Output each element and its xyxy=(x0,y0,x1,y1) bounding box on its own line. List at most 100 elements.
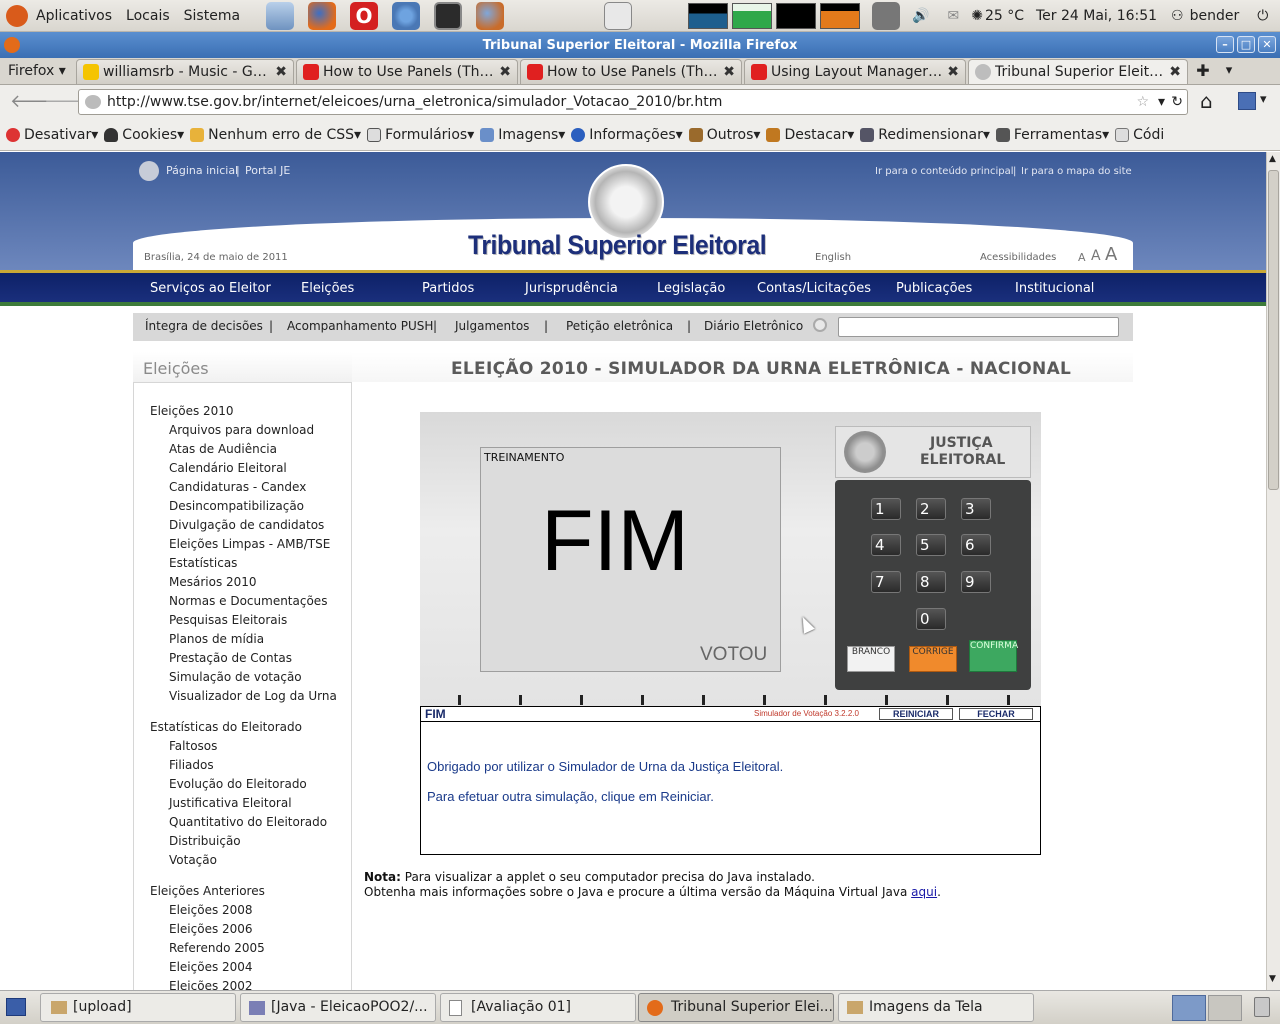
task-tse-firefox[interactable]: Tribunal Superior Elei... xyxy=(638,993,834,1022)
sidebar-item[interactable]: Evolução do Eleitorado xyxy=(169,777,307,791)
menu-sistema[interactable]: Sistema xyxy=(184,8,240,24)
sidebar-item[interactable]: Arquivos para download xyxy=(169,423,314,437)
wd-cookies[interactable]: Cookies ▾ xyxy=(104,127,184,143)
scroll-thumb[interactable] xyxy=(1268,170,1279,490)
sidebar-item[interactable]: Votação xyxy=(169,853,217,867)
search-go-icon[interactable] xyxy=(813,318,827,332)
key-6[interactable]: 6 xyxy=(961,534,991,556)
sidebar-item[interactable]: Planos de mídia xyxy=(169,632,264,646)
sidebar-item[interactable]: Quantitativo do Eleitorado xyxy=(169,815,327,829)
wd-destacar[interactable]: Destacar ▾ xyxy=(766,127,854,143)
wd-redimensionar[interactable]: Redimensionar ▾ xyxy=(860,127,990,143)
voting-machine-applet[interactable]: TREINAMENTO FIM VOTOU JUSTIÇA ELEITORAL … xyxy=(420,412,1041,707)
font-size-small[interactable]: A xyxy=(1078,251,1086,264)
sidebar-item[interactable]: Eleições 2002 xyxy=(169,979,253,990)
tab-list-button[interactable]: ▾ xyxy=(1216,59,1242,84)
sidebar-item[interactable]: Candidaturas - Candex xyxy=(169,480,306,494)
tab-layout-managers[interactable]: Using Layout Managers... ✖ xyxy=(744,59,966,84)
nav-jurisprudencia[interactable]: Jurisprudência xyxy=(525,281,618,296)
sidebar-item[interactable]: Atas de Audiência xyxy=(169,442,277,456)
sidebar-item[interactable]: Calendário Eleitoral xyxy=(169,461,287,475)
site-identity-icon[interactable] xyxy=(85,95,101,109)
key-branco[interactable]: BRANCO xyxy=(847,646,895,672)
menu-locais[interactable]: Locais xyxy=(126,8,170,24)
power-icon[interactable]: ⏻ xyxy=(1257,8,1268,24)
sidebar-item[interactable]: Estatísticas xyxy=(169,556,237,570)
sub-acompanhamento-push[interactable]: Acompanhamento PUSH xyxy=(287,319,433,333)
clock[interactable]: Ter 24 Mai, 16:51 xyxy=(1036,8,1157,24)
url-bar[interactable]: http://www.tse.gov.br/internet/eleicoes/… xyxy=(78,89,1188,115)
nav-servicos-eleitor[interactable]: Serviços ao Eleitor xyxy=(150,281,271,296)
sidebar-item[interactable]: Simulação de votação xyxy=(169,670,302,684)
volume-icon[interactable]: 🔊 xyxy=(912,8,929,24)
key-7[interactable]: 7 xyxy=(871,571,901,593)
url-dropdown-icon[interactable]: ▾ xyxy=(1158,90,1165,114)
nav-partidos[interactable]: Partidos xyxy=(422,281,474,296)
key-8[interactable]: 8 xyxy=(916,571,946,593)
sidebar-item[interactable]: Normas e Documentações xyxy=(169,594,327,608)
sidebar-group-label[interactable]: Eleições Anteriores xyxy=(150,884,265,898)
sidebar-item[interactable]: Eleições 2008 xyxy=(169,903,253,917)
nav-institucional[interactable]: Institucional xyxy=(1015,281,1094,296)
tab-close-icon[interactable]: ✖ xyxy=(275,64,287,80)
nav-publicacoes[interactable]: Publicações xyxy=(896,281,972,296)
show-desktop-icon[interactable] xyxy=(6,998,26,1016)
sidebar-item[interactable]: Filiados xyxy=(169,758,214,772)
scroll-up-icon[interactable]: ▲ xyxy=(1269,154,1276,164)
user-name[interactable]: bender xyxy=(1190,8,1240,24)
task-imagens-tela[interactable]: Imagens da Tela xyxy=(838,993,1034,1022)
reload-icon[interactable]: ↻ xyxy=(1171,90,1183,114)
nav-contas-licitacoes[interactable]: Contas/Licitações xyxy=(757,281,871,296)
mail-icon[interactable]: ✉ xyxy=(947,8,959,24)
nav-eleicoes[interactable]: Eleições xyxy=(301,281,354,296)
weather-temp[interactable]: 25 °C xyxy=(985,8,1024,24)
key-confirma[interactable]: CONFIRMA xyxy=(969,640,1018,672)
link-acessibilidades[interactable]: Acessibilidades xyxy=(980,252,1056,263)
sidebar-group-label[interactable]: Estatísticas do Eleitorado xyxy=(150,720,302,734)
sidebar-item[interactable]: Divulgação de candidatos xyxy=(169,518,324,532)
sidebar-item[interactable]: Referendo 2005 xyxy=(169,941,265,955)
trash-icon[interactable] xyxy=(1254,997,1270,1017)
terminal-launcher-icon[interactable] xyxy=(434,1,463,30)
task-avaliacao[interactable]: [Avaliação 01] xyxy=(440,993,636,1022)
link-english[interactable]: English xyxy=(815,252,851,263)
sidebar-item[interactable]: Eleições 2004 xyxy=(169,960,253,974)
key-9[interactable]: 9 xyxy=(961,571,991,593)
firefox-launcher-icon[interactable] xyxy=(308,1,337,30)
workspace-1[interactable] xyxy=(1172,995,1206,1021)
sidebar-item[interactable]: Faltosos xyxy=(169,739,217,753)
wd-codigo[interactable]: Códi xyxy=(1115,127,1164,143)
tab-tse[interactable]: Tribunal Superior Eleito... ✖ xyxy=(968,59,1188,84)
wd-outros[interactable]: Outros ▾ xyxy=(688,127,760,143)
firefox-menu-button[interactable]: Firefox ▾ xyxy=(0,59,76,84)
bookmark-star-icon[interactable]: ☆ xyxy=(1136,90,1149,114)
tab-panels-2[interactable]: How to Use Panels (The ... ✖ xyxy=(520,59,742,84)
wd-css[interactable]: Nenhum erro de CSS ▾ xyxy=(190,127,361,143)
wd-imagens[interactable]: Imagens ▾ xyxy=(480,127,565,143)
reiniciar-button[interactable]: REINICIAR xyxy=(879,708,953,720)
nav-legislacao[interactable]: Legislação xyxy=(657,281,725,296)
wd-formularios[interactable]: Formulários ▾ xyxy=(367,127,474,143)
sub-julgamentos[interactable]: Julgamentos xyxy=(455,319,529,333)
sidebar-item[interactable]: Mesários 2010 xyxy=(169,575,257,589)
sidebar-group-label[interactable]: Eleições 2010 xyxy=(150,404,234,418)
workspace-switcher-icon[interactable] xyxy=(604,1,633,30)
opera-launcher-icon[interactable]: O xyxy=(350,1,379,30)
sidebar-item[interactable]: Pesquisas Eleitorais xyxy=(169,613,287,627)
sidebar-item[interactable]: Eleições 2006 xyxy=(169,922,253,936)
font-size-large[interactable]: A xyxy=(1105,244,1117,265)
close-button[interactable]: ✕ xyxy=(1258,36,1276,53)
pen-tool-icon[interactable] xyxy=(872,1,901,30)
sidebar-item[interactable]: Prestação de Contas xyxy=(169,651,292,665)
sub-diario-eletronico[interactable]: Diário Eletrônico xyxy=(704,319,803,333)
minimize-button[interactable]: – xyxy=(1216,36,1234,53)
maximize-button[interactable]: □ xyxy=(1237,36,1255,53)
wd-informacoes[interactable]: Informações ▾ xyxy=(571,127,683,143)
sub-peticao-eletronica[interactable]: Petição eletrônica xyxy=(566,319,673,333)
link-mapa-site[interactable]: Ir para o mapa do site xyxy=(1021,166,1132,177)
tab-close-icon[interactable]: ✖ xyxy=(723,64,735,80)
key-5[interactable]: 5 xyxy=(916,534,946,556)
task-upload[interactable]: [upload] xyxy=(40,993,236,1022)
wd-desativar[interactable]: Desativar ▾ xyxy=(6,127,98,143)
thunderbird-launcher-icon[interactable] xyxy=(476,1,505,30)
